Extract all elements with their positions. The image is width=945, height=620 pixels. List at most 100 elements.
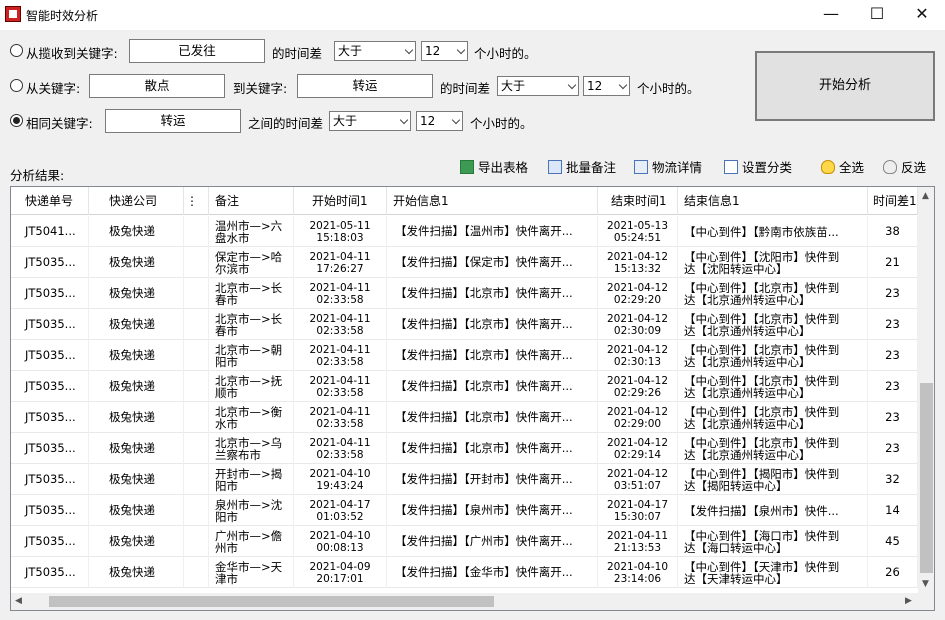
col-start-info[interactable]: 开始信息1 [387, 187, 598, 215]
select-all-button[interactable]: 全选 [821, 158, 864, 178]
col-start-time[interactable]: 开始时间1 [294, 187, 387, 215]
batch-note-button[interactable]: 批量备注 [548, 158, 616, 178]
table-row[interactable]: JT5035... 极兔快递 北京市—>长 春市 2021-04-11 02:33:58 【… [11, 278, 918, 309]
cell-time-diff: 21 [868, 247, 918, 278]
cell-end-time: 2021-04-12 02:30:09 [598, 309, 678, 340]
cell-line: 20:17:01 [316, 572, 364, 585]
radio-same-keyword[interactable] [10, 114, 23, 127]
invert-selection-button[interactable]: 反选 [883, 158, 926, 178]
row3-compare-select[interactable]: 大于 [329, 111, 411, 131]
table-row[interactable]: JT5035... 极兔快递 泉州市—>沈 阳市 2021-04-17 01:03:52 【… [11, 495, 918, 526]
table-row[interactable]: JT5035... 极兔快递 北京市—>长 春市 2021-04-11 02:33:58 【… [11, 309, 918, 340]
cell-line: 05:24:51 [613, 231, 662, 244]
cell-tracking-number: JT5035... [11, 247, 89, 278]
cell-start-info: 【发件扫描】【北京市】快件离开... [387, 371, 598, 402]
cell-line: 达【北京通州转运中心】 [684, 385, 811, 400]
scroll-left-icon[interactable]: ◀ [15, 596, 22, 606]
excel-icon [460, 160, 474, 174]
table-row[interactable]: JT5035... 极兔快递 北京市—>抚 顺市 2021-04-11 02:33:58 【… [11, 371, 918, 402]
set-category-button[interactable]: 设置分类 [724, 158, 792, 178]
result-label: 分析结果: [10, 168, 65, 183]
table-row[interactable]: JT5035... 极兔快递 保定市—>哈 尔滨市 2021-04-11 17:26:27… [11, 247, 918, 278]
row2-keyword-input[interactable]: 散点 [89, 74, 225, 98]
col-tracking-number[interactable]: 快递单号 [11, 187, 89, 215]
cell-line: 开封市—>揭 [215, 466, 283, 481]
cell-line: 【中心到件】【北京市】快件到 [684, 342, 840, 357]
row2-keyword2-input[interactable]: 转运 [297, 74, 433, 98]
start-analysis-button[interactable]: 开始分析 [755, 51, 935, 121]
col-end-time[interactable]: 结束时间1 [598, 187, 678, 215]
cell-courier: 极兔快递 [89, 526, 184, 557]
cell-narrow [184, 278, 209, 309]
cell-note: 北京市—>朝 阳市 [209, 340, 294, 371]
cell-line: 2021-04-10 [606, 560, 669, 573]
cell-start-time: 2021-04-10 19:43:24 [294, 464, 387, 495]
table-row[interactable]: JT5035... 极兔快递 广州市—>儋 州市 2021-04-10 00:08:13 【… [11, 526, 918, 557]
cell-courier: 极兔快递 [89, 371, 184, 402]
cell-end-info: 【中心到件】【沈阳市】快件到 达【沈阳转运中心】 [678, 247, 868, 278]
scroll-right-icon[interactable]: ▶ [905, 596, 912, 606]
col-time-diff[interactable]: 时间差1 [868, 187, 918, 215]
horizontal-scrollbar[interactable]: ◀ ▶ [11, 593, 918, 610]
cell-note: 温州市—>六 盘水市 [209, 216, 294, 247]
cell-start-info: 【发件扫描】【温州市】快件离开... [387, 216, 598, 247]
category-icon [724, 160, 738, 174]
cell-line: 泉州市—>沈 [215, 497, 283, 512]
radio-from-keyword[interactable] [10, 79, 23, 92]
cell-note: 保定市—>哈 尔滨市 [209, 247, 294, 278]
row2-label: 从关键字: [26, 81, 81, 96]
col-note[interactable]: 备注 [209, 187, 294, 215]
scroll-down-icon[interactable]: ▼ [922, 579, 929, 589]
minimize-button[interactable]: — [808, 0, 854, 30]
table-row[interactable]: JT5035... 极兔快递 北京市—>朝 阳市 2021-04-11 02:33:58 【… [11, 340, 918, 371]
row2-compare-select[interactable]: 大于 [497, 76, 579, 96]
col-end-info[interactable]: 结束信息1 [678, 187, 868, 215]
vertical-scroll-thumb[interactable] [920, 383, 933, 573]
row1-diff-label: 的时间差 [272, 46, 323, 61]
row3-hours-select[interactable]: 12 [416, 111, 463, 131]
cell-time-diff: 23 [868, 340, 918, 371]
chevron-down-icon [399, 115, 409, 125]
table-row[interactable]: JT5035... 极兔快递 金华市—>天 津市 2021-04-09 20:17:01 【… [11, 557, 918, 588]
cell-line: 春市 [215, 323, 238, 338]
cell-line: 15:13:32 [613, 262, 662, 275]
cell-time-diff: 23 [868, 371, 918, 402]
row1-compare-select[interactable]: 大于 [334, 41, 416, 61]
app-icon [5, 6, 21, 22]
cell-line: 金华市—>天 [215, 559, 283, 574]
maximize-button[interactable]: ☐ [854, 0, 900, 30]
cell-start-time: 2021-04-11 02:33:58 [294, 340, 387, 371]
cell-line: 2021-04-11 [309, 374, 371, 387]
cell-start-time: 2021-04-09 20:17:01 [294, 557, 387, 588]
export-table-button[interactable]: 导出表格 [460, 158, 528, 178]
col-courier[interactable]: 快递公司 [89, 187, 184, 215]
scroll-up-icon[interactable]: ▲ [922, 191, 929, 201]
row3-label: 相同关键字: [26, 116, 93, 131]
results-table[interactable]: 快递单号 快递公司 ⋮ 备注 开始时间1 开始信息1 结束时间1 结束信息1 时… [10, 186, 935, 611]
radio-from-pickup[interactable] [10, 44, 23, 57]
cell-line: 【发件扫描】【泉州市】快件... [684, 503, 839, 518]
horizontal-scroll-thumb[interactable] [49, 596, 494, 607]
row3-diff-label: 之间的时间差 [248, 116, 324, 131]
col-narrow[interactable]: ⋮ [184, 187, 209, 215]
table-row[interactable]: JT5041... 极兔快递 温州市—>六 盘水市 2021-05-11 15:18:03… [11, 216, 918, 247]
row1-compare-value: 大于 [338, 44, 363, 58]
close-button[interactable]: ✕ [899, 0, 945, 30]
row3-keyword-input[interactable]: 转运 [105, 109, 241, 133]
vertical-scrollbar[interactable]: ▲ ▼ [918, 187, 934, 593]
cell-line: 00:08:13 [316, 541, 364, 554]
table-row[interactable]: JT5035... 极兔快递 北京市—>衡 水市 2021-04-11 02:33:58 【… [11, 402, 918, 433]
cell-line: 阳市 [215, 509, 238, 524]
row2-hours-select[interactable]: 12 [583, 76, 630, 96]
cell-line: 【中心到件】【揭阳市】快件到 [684, 466, 840, 481]
table-row[interactable]: JT5035... 极兔快递 北京市—>乌 兰察布市 2021-04-11 02:33:5… [11, 433, 918, 464]
cell-line: 2021-04-12 [606, 436, 669, 449]
logistics-detail-button[interactable]: 物流详情 [634, 158, 702, 178]
cell-end-info: 【中心到件】【北京市】快件到 达【北京通州转运中心】 [678, 309, 868, 340]
row1-hours-select[interactable]: 12 [421, 41, 468, 61]
row2-diff-label: 的时间差 [440, 81, 491, 96]
cell-end-info: 【中心到件】【北京市】快件到 达【北京通州转运中心】 [678, 433, 868, 464]
cell-line: 02:33:58 [316, 448, 364, 461]
row1-keyword-input[interactable]: 已发往 [129, 39, 265, 63]
table-row[interactable]: JT5035... 极兔快递 开封市—>揭 阳市 2021-04-10 19:43:24 【… [11, 464, 918, 495]
